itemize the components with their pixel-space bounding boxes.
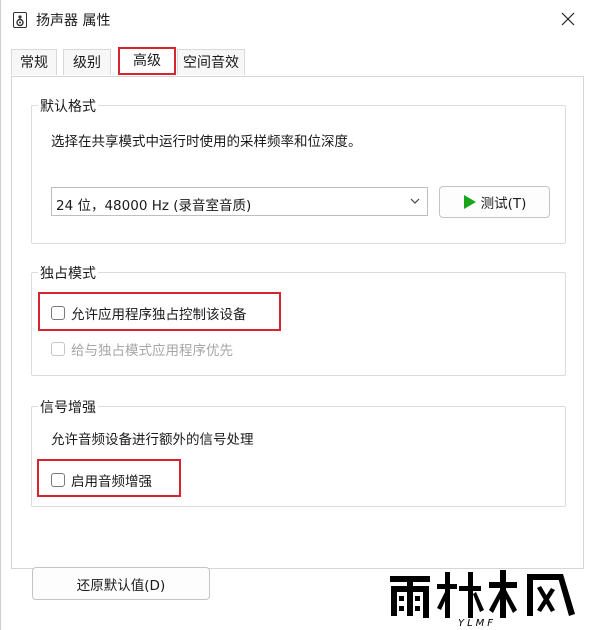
watermark-glyphs (390, 570, 575, 618)
test-button[interactable]: 测试(T) (439, 186, 550, 218)
sample-rate-select[interactable]: 24 位，48000 Hz (录音室音质) (51, 187, 428, 216)
exclusive-priority-checkbox-row: 给与独占模式应用程序优先 (51, 339, 233, 359)
default-format-description: 选择在共享模式中运行时使用的采样频率和位深度。 (51, 134, 362, 150)
sample-rate-value: 24 位，48000 Hz (录音室音质) (56, 198, 252, 214)
allow-exclusive-checkbox-row[interactable]: 允许应用程序独占控制该设备 (51, 303, 247, 323)
signal-enhancement-label: 信号增强 (38, 397, 98, 417)
exclusive-mode-label: 独占模式 (38, 263, 98, 283)
speaker-icon (13, 12, 27, 28)
tab-spatial-sound[interactable]: 空间音效 (177, 49, 245, 75)
tab-general[interactable]: 常规 (11, 49, 57, 75)
restore-defaults-label: 还原默认值(D) (76, 577, 166, 594)
tab-advanced[interactable]: 高级 (118, 47, 176, 75)
test-button-label: 测试(T) (480, 196, 527, 212)
default-format-groupbox (31, 105, 566, 244)
close-icon (561, 12, 575, 26)
watermark-subtext: YLMF (458, 618, 497, 629)
chevron-down-icon (410, 198, 420, 204)
tab-bar: 常规 级别 高级 空间音效 (1, 47, 591, 77)
default-format-label-overlay: 默认格式 (38, 96, 98, 116)
allow-exclusive-label: 允许应用程序独占控制该设备 (71, 307, 247, 323)
ylmf-watermark-logo: YLMF (385, 568, 585, 629)
restore-defaults-button[interactable]: 还原默认值(D) (32, 567, 210, 600)
enable-enhancement-checkbox-row[interactable]: 启用音频增强 (51, 470, 152, 490)
play-icon (463, 195, 476, 209)
allow-exclusive-checkbox[interactable] (51, 306, 65, 320)
window-title: 扬声器 属性 (36, 13, 111, 29)
exclusive-priority-checkbox (51, 342, 65, 356)
title-bar: 扬声器 属性 (1, 0, 591, 40)
speaker-properties-window: 扬声器 属性 常规 级别 高级 空间音效 默认格式 默认格式 选择在共享模式中运… (0, 0, 591, 630)
tab-levels[interactable]: 级别 (63, 49, 111, 75)
enable-enhancement-checkbox[interactable] (51, 473, 65, 487)
close-button[interactable] (545, 0, 591, 38)
signal-enhancement-description: 允许音频设备进行额外的信号处理 (51, 432, 254, 448)
enable-enhancement-label: 启用音频增强 (71, 474, 152, 490)
exclusive-priority-label: 给与独占模式应用程序优先 (71, 343, 233, 359)
